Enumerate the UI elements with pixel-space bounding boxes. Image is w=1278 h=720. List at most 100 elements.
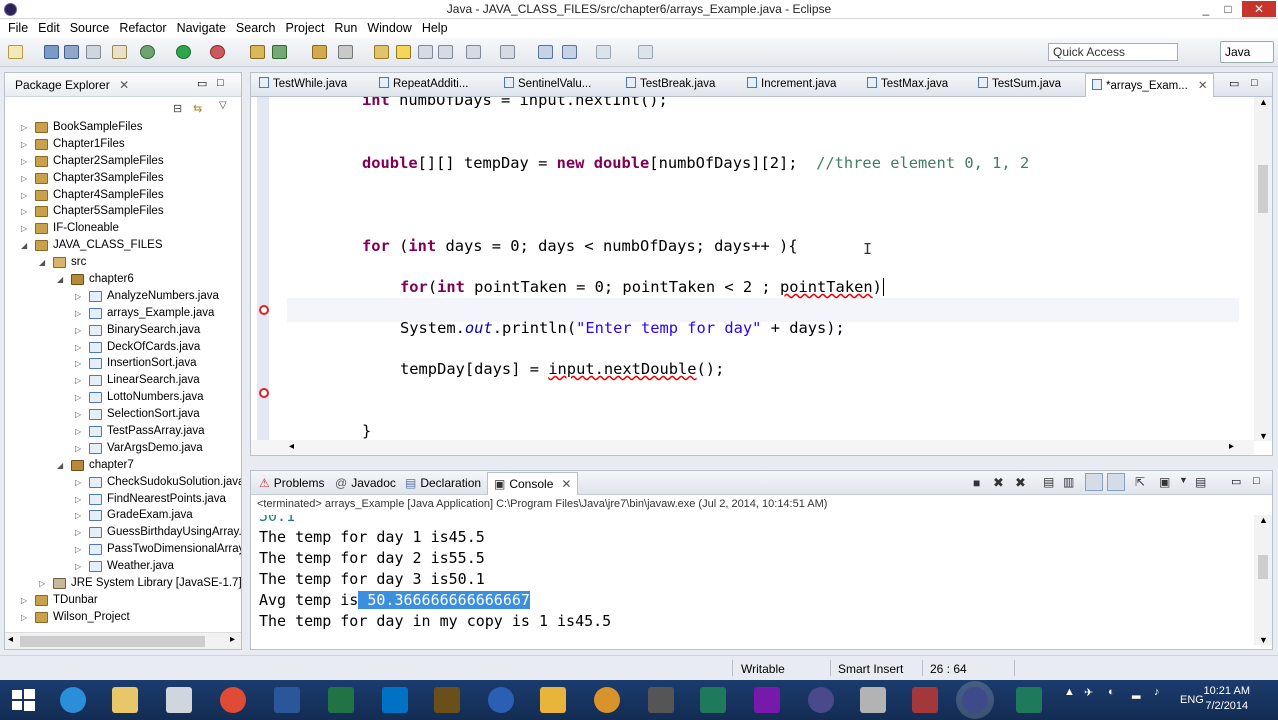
error-marker-icon[interactable] [259, 388, 269, 398]
view-menu-icon[interactable]: ▽ [219, 100, 227, 111]
menu-refactor[interactable]: Refactor [115, 19, 172, 38]
internet-explorer-icon[interactable] [60, 687, 86, 713]
calculator-icon[interactable] [166, 687, 192, 713]
expand-arrow-icon[interactable]: ▷ [75, 507, 83, 524]
start-button[interactable] [10, 687, 36, 713]
block-selection-icon[interactable] [438, 45, 453, 59]
pin-console-icon[interactable]: ⇱ [1135, 475, 1145, 489]
tab-declaration[interactable]: ▤ Declaration [405, 476, 481, 490]
editor-horizontal-scrollbar[interactable]: ◂ ▸ [251, 440, 1254, 455]
close-icon[interactable]: ✕ [119, 78, 129, 92]
close-tab-icon[interactable]: ✕ [561, 477, 571, 491]
remove-all-icon[interactable]: ✖ [1015, 475, 1026, 491]
menu-project[interactable]: Project [282, 19, 331, 38]
expand-arrow-icon[interactable]: ▷ [75, 372, 83, 389]
media-icon[interactable] [434, 687, 460, 713]
tab-repeatadditi[interactable]: RepeatAdditi... [379, 77, 468, 95]
tab-javadoc[interactable]: @ Javadoc [335, 476, 396, 490]
console-scroll-thumb[interactable] [1258, 555, 1268, 579]
tree-item[interactable]: ▷ Chapter5SampleFiles [5, 203, 241, 220]
tree-item[interactable]: ◢ chapter7 [5, 457, 241, 474]
menu-navigate[interactable]: Navigate [173, 19, 232, 38]
maximize-editor-icon[interactable]: □ [1251, 77, 1258, 89]
expand-arrow-icon[interactable]: ▷ [75, 440, 83, 457]
editor-vertical-scrollbar[interactable]: ▲ ▼ [1254, 97, 1272, 441]
show-whitespace-icon[interactable] [418, 45, 433, 59]
menu-help[interactable]: Help [418, 19, 454, 38]
file-explorer-icon[interactable] [112, 687, 138, 713]
tree-item[interactable]: ▷ Wilson_Project [5, 609, 241, 626]
menu-source[interactable]: Source [66, 19, 116, 38]
tab-testsum[interactable]: TestSum.java [978, 77, 1061, 95]
run-icon[interactable] [176, 45, 191, 59]
open-type-icon[interactable] [312, 45, 327, 59]
tree-item[interactable]: ▷ DeckOfCards.java [5, 339, 241, 356]
explorer-scroll-thumb[interactable] [20, 636, 205, 647]
tree-item[interactable]: ▷ GradeExam.java [5, 507, 241, 524]
expand-arrow-icon[interactable]: ▷ [75, 524, 83, 541]
tree-item[interactable]: ◢ JAVA_CLASS_FILES [5, 237, 241, 254]
menu-edit[interactable]: Edit [34, 19, 66, 38]
collapse-arrow-icon[interactable]: ◢ [21, 237, 29, 254]
tree-item[interactable]: ▷ BinarySearch.java [5, 322, 241, 339]
tree-item[interactable]: ▷ CheckSudokuSolution.java [5, 474, 241, 491]
chrome-icon[interactable] [220, 687, 246, 713]
previous-annotation-icon[interactable] [500, 45, 515, 59]
expand-arrow-icon[interactable]: ▷ [75, 389, 83, 406]
pin-editor-icon[interactable] [638, 45, 653, 59]
menu-file[interactable]: File [4, 19, 34, 38]
camtasia-icon[interactable] [700, 687, 726, 713]
tree-item[interactable]: ◢ src [5, 254, 241, 271]
java-perspective-button[interactable]: Java [1220, 41, 1274, 63]
scroll-right-icon[interactable]: ▸ [230, 634, 235, 645]
highlight-icon[interactable] [396, 45, 411, 59]
new-java-project-icon[interactable] [250, 45, 265, 59]
scroll-up-icon[interactable]: ▲ [1259, 515, 1268, 525]
scroll-left-icon[interactable]: ◂ [289, 441, 294, 452]
onenote-icon[interactable] [754, 687, 780, 713]
debug-icon[interactable] [140, 45, 155, 59]
remove-launch-icon[interactable]: ✖ [993, 475, 1004, 491]
print-icon[interactable] [86, 45, 101, 59]
menu-window[interactable]: Window [363, 19, 417, 38]
tree-item[interactable]: ▷ AnalyzeNumbers.java [5, 288, 241, 305]
tree-item[interactable]: ▷ TDunbar [5, 592, 241, 609]
expand-arrow-icon[interactable]: ▷ [21, 592, 29, 609]
show-on-error-icon[interactable] [1107, 473, 1125, 491]
collapse-all-icon[interactable]: ⊟ [173, 102, 182, 115]
expand-arrow-icon[interactable]: ▷ [21, 220, 29, 237]
tree-item[interactable]: ▷ JRE System Library [JavaSE-1.7] [5, 575, 241, 592]
maximize-icon[interactable]: □ [217, 77, 224, 89]
expand-arrow-icon[interactable]: ▷ [21, 187, 29, 204]
clock[interactable]: 10:21 AM 7/2/2014 [1204, 684, 1250, 714]
camtasia-recorder-icon[interactable] [1016, 687, 1042, 713]
tree-item[interactable]: ▷ PassTwoDimensionalArray [5, 541, 241, 558]
display-console-icon[interactable]: ▣ [1159, 475, 1170, 489]
tree-item[interactable]: ▷ Chapter4SampleFiles [5, 187, 241, 204]
back-icon[interactable] [538, 45, 553, 59]
expand-arrow-icon[interactable]: ▷ [75, 339, 83, 356]
tree-item[interactable]: ▷ TestPassArray.java [5, 423, 241, 440]
tree-item[interactable]: ▷ Weather.java [5, 558, 241, 575]
skip-breakpoints-icon[interactable] [112, 45, 127, 59]
error-marker-icon[interactable] [259, 305, 269, 315]
expand-arrow-icon[interactable]: ▷ [21, 609, 29, 626]
terminate-icon[interactable]: ■ [973, 476, 980, 490]
search-icon[interactable] [338, 45, 353, 59]
scroll-lock-icon[interactable]: ▤ [1043, 475, 1054, 489]
toggle-mark-icon[interactable] [374, 45, 389, 59]
tab-testbreak[interactable]: TestBreak.java [626, 77, 715, 95]
show-on-output-icon[interactable] [1085, 473, 1103, 491]
tool-icon[interactable] [648, 687, 674, 713]
tree-item[interactable]: ▷ Chapter1Files [5, 136, 241, 153]
collapse-arrow-icon[interactable]: ◢ [57, 271, 65, 288]
menu-run[interactable]: Run [330, 19, 363, 38]
tree-item[interactable]: ▷ arrays_Example.java [5, 305, 241, 322]
app-icon[interactable] [594, 687, 620, 713]
scroll-right-icon[interactable]: ▸ [1229, 441, 1234, 452]
speaker-icon[interactable]: ♪ [1154, 686, 1160, 698]
outlook-icon[interactable] [382, 687, 408, 713]
selected-text[interactable]: 50.366666666666667 [358, 591, 530, 609]
expand-arrow-icon[interactable]: ▷ [21, 153, 29, 170]
expand-arrow-icon[interactable]: ▷ [75, 322, 83, 339]
